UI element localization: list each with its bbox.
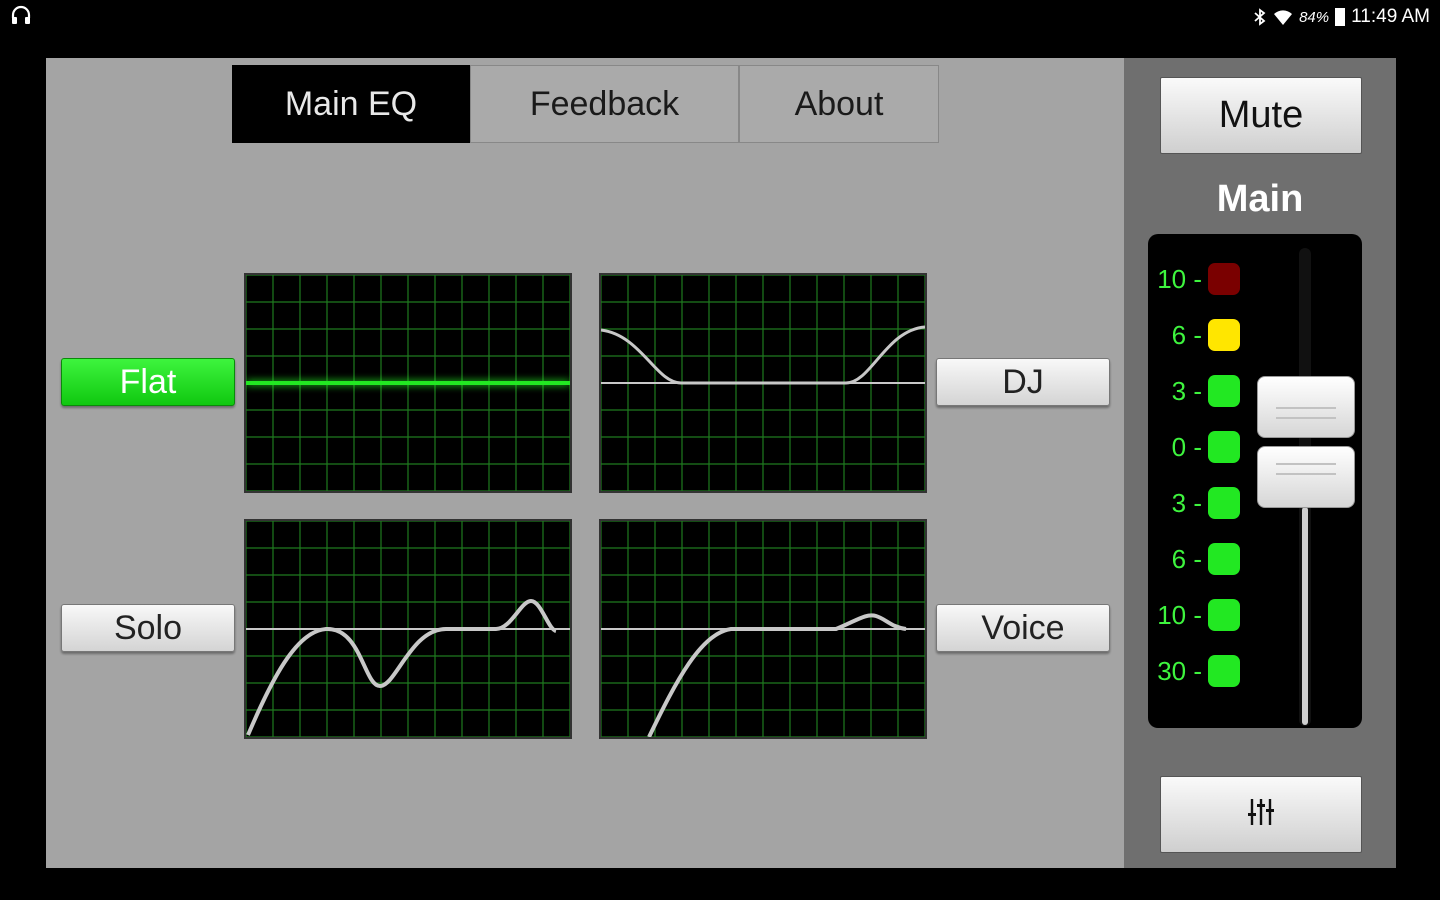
- tab-feedback[interactable]: Feedback: [470, 65, 739, 143]
- meter-row: 0 -: [1150, 431, 1250, 463]
- battery-icon: [1335, 8, 1346, 26]
- headphones-icon: [10, 4, 34, 28]
- meter-led-icon: [1208, 487, 1240, 519]
- solo-preset-button[interactable]: Solo: [61, 604, 235, 652]
- channel-label: Main: [1216, 178, 1304, 220]
- meter-led-icon: [1208, 543, 1240, 575]
- eq-settings-button[interactable]: [1160, 776, 1362, 853]
- fader-fill: [1302, 507, 1308, 725]
- bluetooth-icon: [1253, 8, 1267, 26]
- voice-eq-graph[interactable]: [599, 519, 927, 739]
- meter-led-icon: [1208, 319, 1240, 351]
- meter-led-icon: [1208, 655, 1240, 687]
- solo-eq-curve: [246, 598, 558, 736]
- meter-led-icon: [1208, 431, 1240, 463]
- solo-eq-graph[interactable]: [244, 519, 572, 739]
- eq-panel: [46, 58, 1124, 868]
- meter-label: 30 -: [1157, 655, 1202, 686]
- meter-led-icon: [1208, 263, 1240, 295]
- wifi-icon: [1273, 8, 1293, 26]
- voice-eq-curve: [647, 613, 907, 737]
- meter-row: 3 -: [1150, 375, 1250, 407]
- meter-row: 3 -: [1150, 487, 1250, 519]
- tab-bar: Main EQ Feedback About: [232, 65, 939, 143]
- fader-handle-upper[interactable]: [1257, 376, 1355, 438]
- meter-label: 6 -: [1171, 543, 1202, 574]
- equalizer-sliders-icon: [1244, 795, 1278, 834]
- battery-percent: 84%: [1299, 8, 1330, 26]
- meter-label: 3 -: [1171, 375, 1202, 406]
- meter-row: 6 -: [1150, 543, 1250, 575]
- meter-label: 0 -: [1171, 431, 1202, 462]
- meter-row: 6 -: [1150, 319, 1250, 351]
- meter-label: 10 -: [1157, 599, 1202, 630]
- flat-eq-graph[interactable]: [244, 273, 572, 493]
- meter-label: 6 -: [1171, 319, 1202, 350]
- meter-label: 3 -: [1171, 487, 1202, 518]
- tab-about[interactable]: About: [739, 65, 939, 143]
- tab-main-eq[interactable]: Main EQ: [232, 65, 470, 143]
- clock: 11:49 AM: [1351, 6, 1430, 27]
- voice-preset-button[interactable]: Voice: [936, 604, 1110, 652]
- dj-eq-graph[interactable]: [599, 273, 927, 493]
- status-bar: 84% 11:49 AM: [0, 0, 1440, 32]
- meter-row: 30 -: [1150, 655, 1250, 687]
- meter-row: 10 -: [1150, 263, 1250, 295]
- meter-row: 10 -: [1150, 599, 1250, 631]
- meter-led-icon: [1208, 599, 1240, 631]
- dj-preset-button[interactable]: DJ: [936, 358, 1110, 406]
- meter-label: 10 -: [1157, 263, 1202, 294]
- flat-preset-button[interactable]: Flat: [61, 358, 235, 406]
- meter-led-icon: [1208, 375, 1240, 407]
- mute-button[interactable]: Mute: [1160, 77, 1362, 154]
- fader-handle-lower[interactable]: [1257, 446, 1355, 508]
